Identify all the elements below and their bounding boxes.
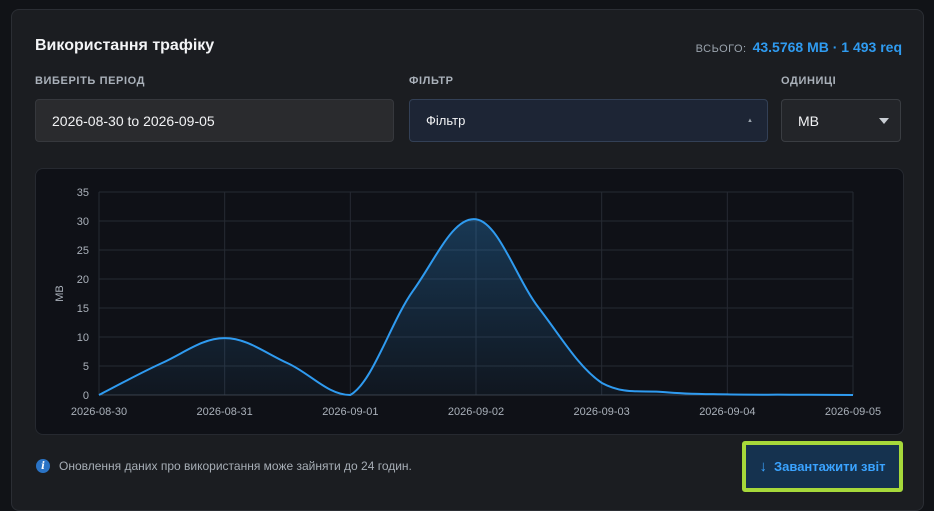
usage-chart-svg: 0 5 10 15 20 25 30 35 2026-08-30 2026-08-31 2026-0…	[54, 187, 881, 418]
x-tick-label: 2026-09-01	[322, 406, 378, 418]
update-note: i Оновлення даних про використання може …	[36, 459, 412, 473]
y-tick-label: 20	[77, 274, 89, 286]
x-tick-label: 2026-08-30	[71, 406, 127, 418]
usage-chart: 0 5 10 15 20 25 30 35 2026-08-30 2026-08-31 2026-0…	[35, 168, 904, 435]
download-report-button[interactable]: ↓ Завантажити звіт	[742, 441, 903, 492]
y-tick-label: 0	[83, 390, 89, 402]
update-note-text: Оновлення даних про використання може за…	[59, 459, 412, 473]
units-select[interactable]: MB	[781, 99, 901, 142]
period-label: ВИБЕРІТЬ ПЕРІОД	[35, 75, 146, 87]
y-tick-label: 10	[77, 332, 89, 344]
y-tick-label: 30	[77, 216, 89, 228]
units-label: ОДИНИЦІ	[781, 75, 837, 87]
y-tick-label: 5	[83, 361, 89, 373]
x-tick-label: 2026-09-03	[574, 406, 630, 418]
x-tick-label: 2026-09-04	[699, 406, 755, 418]
download-arrow-icon: ↓	[759, 458, 768, 475]
series-area	[99, 219, 853, 395]
panel-title: Використання трафіку	[35, 37, 215, 54]
x-tick-label: 2026-08-31	[197, 406, 253, 418]
y-tick-label: 35	[77, 187, 89, 199]
chevron-down-icon	[879, 118, 889, 124]
x-tick-label: 2026-09-05	[825, 406, 881, 418]
x-tick-label: 2026-09-02	[448, 406, 504, 418]
filter-label: ФІЛЬТР	[409, 75, 454, 87]
download-report-label: Завантажити звіт	[774, 459, 886, 474]
total-summary: ВСЬОГО: 43.5768 MB · 1 493 req	[696, 39, 902, 55]
info-icon: i	[36, 459, 50, 473]
total-label: ВСЬОГО:	[695, 43, 747, 55]
filter-select[interactable]: Фільтр ▲	[409, 99, 768, 142]
filter-dropdown-icon: ▲	[747, 118, 753, 124]
y-axis-label: MB	[54, 285, 66, 302]
date-range-input[interactable]: 2026-08-30 to 2026-09-05	[35, 99, 394, 142]
y-tick-label: 15	[77, 303, 89, 315]
units-select-value: MB	[798, 112, 819, 129]
y-tick-label: 25	[77, 245, 89, 257]
filter-select-value: Фільтр	[426, 113, 466, 128]
total-value: 43.5768 MB · 1 493 req	[752, 39, 902, 55]
